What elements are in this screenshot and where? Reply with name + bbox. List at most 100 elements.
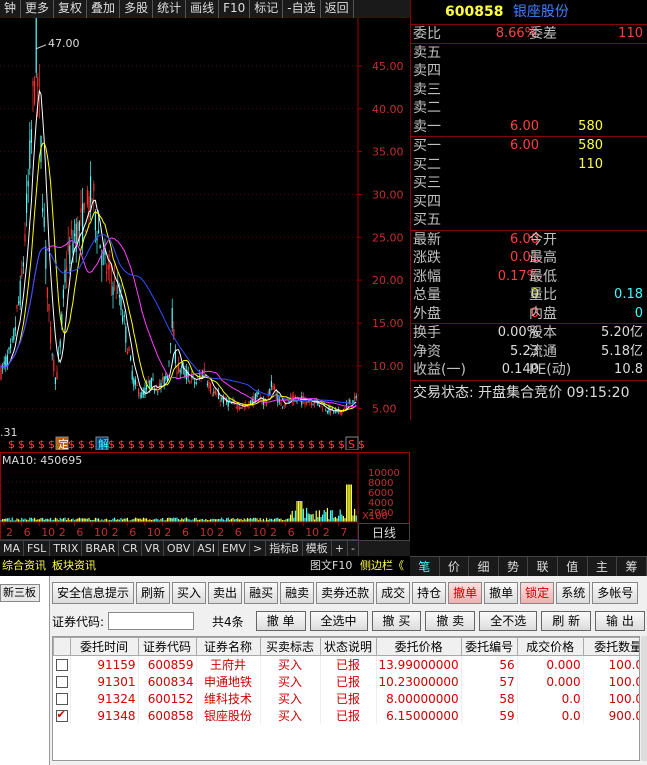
indicator-tab[interactable]: 指标B	[266, 541, 303, 556]
indicator-tab[interactable]: -	[348, 541, 359, 556]
candle-body	[32, 80, 34, 87]
toolbar-button[interactable]: 更多	[21, 0, 55, 18]
candle-body	[66, 267, 68, 272]
quote-tab[interactable]: 价	[440, 557, 470, 577]
indicator-tab[interactable]: 模板	[303, 541, 332, 556]
order-action-button[interactable]: 全不选	[479, 611, 538, 631]
indicator-tab[interactable]: CR	[119, 541, 142, 556]
board-button[interactable]: 新三板	[0, 584, 40, 602]
chart-bg	[0, 18, 410, 450]
candle-body	[67, 242, 69, 252]
candle-body	[106, 271, 108, 274]
candle-body	[216, 393, 218, 395]
quote-tab[interactable]: 值	[558, 557, 588, 577]
trade-button[interactable]: 刷新	[136, 582, 171, 604]
cell-deal: 0.000	[517, 655, 584, 673]
row-checkbox[interactable]	[55, 693, 68, 705]
row-checkbox[interactable]	[55, 708, 68, 722]
toolbar-button[interactable]: 复权	[54, 0, 88, 18]
trade-button[interactable]: 融卖	[280, 582, 315, 604]
candle-body	[349, 399, 351, 405]
quote-tab[interactable]: 笔	[410, 557, 440, 577]
info-tab[interactable]: 侧边栏《	[358, 558, 406, 574]
indicator-tab[interactable]: +	[332, 541, 348, 556]
indicator-tab[interactable]: VR	[142, 541, 164, 556]
order-action-button[interactable]: 撤 买	[371, 611, 422, 631]
volume-bar	[125, 518, 127, 522]
indicator-tab[interactable]: EMV	[219, 541, 250, 556]
indicator-tab[interactable]: TRIX	[50, 541, 83, 556]
table-row[interactable]: 91159 600859 王府井 买入 已报 13.99000000 56 0.000 100.…	[53, 655, 639, 673]
quote-tab[interactable]: 筹	[617, 557, 647, 577]
candle-body	[69, 245, 71, 264]
candle-body	[48, 303, 50, 311]
column-header[interactable]: 买卖标志	[259, 637, 321, 656]
indicator-tab[interactable]: BRAR	[82, 541, 120, 556]
order-book-volume: 110	[578, 156, 603, 172]
toolbar-button[interactable]: -自选	[283, 0, 321, 18]
cell-price: 10.23000000	[376, 673, 462, 690]
table-row[interactable]: 91348600858银座股份买入已报6.15000000590.0900.00	[53, 707, 639, 724]
indicator-tab[interactable]: FSL	[24, 541, 51, 556]
toolbar-button[interactable]: 返回	[321, 0, 354, 18]
order-action-button[interactable]: 撤 单	[255, 611, 306, 631]
quote-tab[interactable]: 细	[469, 557, 499, 577]
row-checkbox[interactable]	[55, 676, 68, 688]
table-row[interactable]: 91301 600834 申通地铁 买入 已报 10.23000000 57 0.000 100…	[53, 673, 639, 690]
trade-button[interactable]: 持仓	[412, 582, 447, 604]
trade-button[interactable]: 撤单	[448, 582, 483, 604]
period-label[interactable]: 日线	[358, 523, 410, 541]
trade-button[interactable]: 买入	[172, 582, 207, 604]
order-action-button[interactable]: 撤 卖	[425, 611, 476, 631]
column-header[interactable]: 证券名称	[195, 637, 261, 656]
trade-button[interactable]: 卖券还款	[316, 582, 375, 604]
column-header[interactable]: 委托价格	[375, 637, 462, 656]
trade-button[interactable]: 融买	[244, 582, 279, 604]
quote-tab[interactable]: 势	[499, 557, 529, 577]
candle-body	[72, 242, 74, 254]
quote-tab[interactable]: 联	[528, 557, 558, 577]
toolbar-button[interactable]: 多股	[120, 0, 154, 18]
toolbar-button[interactable]: 画线	[186, 0, 220, 18]
info-tab[interactable]: 图文F10	[308, 558, 354, 574]
toolbar-button[interactable]: F10	[219, 0, 251, 18]
toolbar-button[interactable]: 叠加	[87, 0, 121, 18]
trade-button[interactable]: 系统	[556, 582, 591, 604]
indicator-tab[interactable]: ASI	[194, 541, 220, 556]
order-action-button[interactable]: 输 出	[595, 611, 645, 631]
row-checkbox[interactable]	[55, 659, 68, 671]
trade-button[interactable]: 多帐号	[592, 582, 639, 604]
candle-body	[82, 203, 84, 243]
info-tab[interactable]: 综合资讯	[0, 558, 48, 574]
code-input[interactable]	[108, 612, 195, 630]
column-header[interactable]: 证券代码	[137, 637, 197, 656]
column-header[interactable]: 委托时间	[69, 637, 139, 656]
trade-button[interactable]: 卖出	[208, 582, 243, 604]
volume-chart[interactable]: MA10: 450695100008000600040002000X1002 6 1…	[0, 452, 410, 540]
volume-bar	[5, 518, 7, 522]
volume-bar	[291, 510, 293, 522]
column-header[interactable]: 成交价格	[516, 637, 584, 656]
volume-bar	[350, 484, 352, 522]
vertical-scrollbar[interactable]	[641, 636, 647, 761]
toolbar-button[interactable]: 钟	[0, 0, 22, 18]
table-row[interactable]: 91324600152维科技术买入已报8.00000000580.0100.00	[53, 690, 639, 707]
order-action-button[interactable]: 全选中	[309, 611, 368, 631]
column-header[interactable]: 委托数量	[582, 637, 639, 656]
candlestick-chart[interactable]: 45.00 40.00 35.00 30.00 25.00 20.00 15.00 10.00…	[0, 18, 410, 450]
toolbar-button[interactable]: 标记	[250, 0, 284, 18]
candle-body	[283, 405, 285, 407]
info-tab[interactable]: 板块资讯	[50, 558, 98, 574]
trade-button[interactable]: 成交	[376, 582, 411, 604]
order-action-button[interactable]: 刷 新	[541, 611, 592, 631]
trade-button[interactable]: 撤单	[484, 582, 519, 604]
indicator-tab[interactable]: >	[250, 541, 267, 556]
quote-tab[interactable]: 主	[588, 557, 618, 577]
column-header[interactable]: 委托编号	[460, 637, 518, 656]
column-header[interactable]: 状态说明	[319, 637, 377, 656]
trade-button[interactable]: 安全信息提示	[52, 582, 135, 604]
indicator-tab[interactable]: OBV	[164, 541, 195, 556]
trade-button[interactable]: 锁定	[520, 582, 555, 604]
toolbar-button[interactable]: 统计	[153, 0, 187, 18]
indicator-tab[interactable]: MA	[0, 541, 25, 556]
